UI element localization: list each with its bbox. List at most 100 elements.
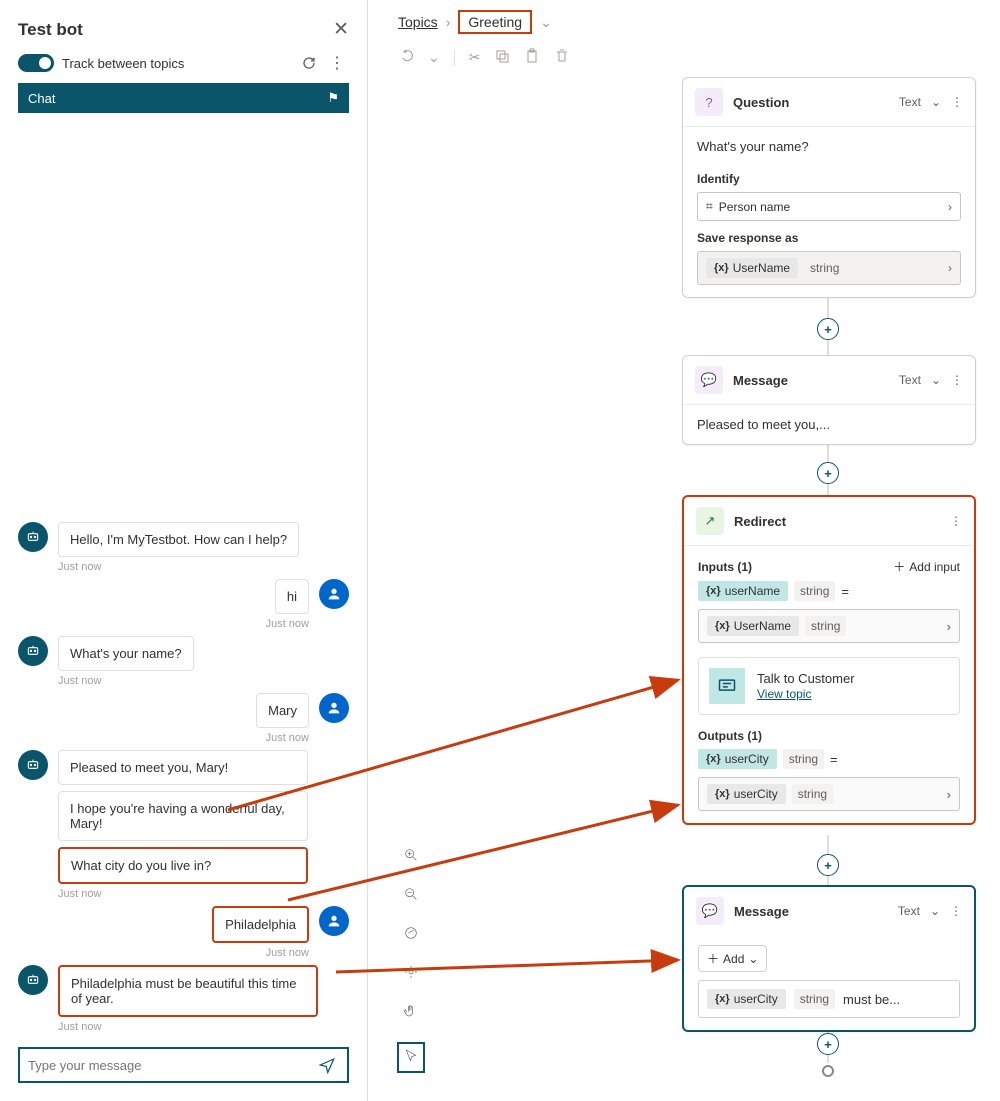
zoom-in-icon[interactable] bbox=[403, 847, 419, 866]
undo-icon[interactable] bbox=[398, 48, 414, 67]
bot-message: Pleased to meet you, Mary! bbox=[58, 750, 308, 785]
output-var: userCity bbox=[725, 752, 769, 766]
message-input[interactable] bbox=[20, 1049, 307, 1081]
outputs-label: Outputs (1) bbox=[698, 729, 960, 743]
select-icon[interactable] bbox=[397, 1042, 425, 1073]
more-icon[interactable]: ⋮ bbox=[951, 373, 963, 387]
pan-icon[interactable] bbox=[403, 1003, 419, 1022]
question-prompt: What's your name? bbox=[697, 139, 961, 166]
user-message: Mary bbox=[256, 693, 309, 728]
paste-icon[interactable] bbox=[524, 48, 540, 67]
more-icon[interactable]: ⋮ bbox=[950, 514, 962, 528]
chat-tab[interactable]: Chat ⚑ bbox=[18, 83, 349, 113]
send-button[interactable] bbox=[307, 1049, 347, 1081]
track-label: Track between topics bbox=[62, 56, 293, 71]
question-node[interactable]: ? Question Text ⌄ ⋮ What's your name? Id… bbox=[682, 77, 976, 298]
more-icon[interactable]: ⋮ bbox=[950, 904, 962, 918]
add-node-button[interactable]: + bbox=[817, 462, 839, 484]
identify-control[interactable]: ⌗ Person name › bbox=[697, 192, 961, 221]
test-bot-panel: Test bot ✕ Track between topics ⋮ Chat ⚑… bbox=[0, 0, 368, 1101]
message-input-row bbox=[18, 1047, 349, 1083]
target-name: Talk to Customer bbox=[757, 671, 855, 686]
more-icon[interactable]: ⋮ bbox=[951, 95, 963, 109]
chevron-down-icon[interactable]: ⌄ bbox=[930, 904, 940, 918]
bot-message: What's your name? bbox=[58, 636, 194, 671]
message-expression[interactable]: {x}userCity string must be... bbox=[698, 980, 960, 1018]
identify-label: Identify bbox=[697, 172, 961, 186]
timestamp: Just now bbox=[58, 1021, 349, 1033]
input-value-control[interactable]: {x}UserName string › bbox=[698, 609, 960, 643]
chevron-down-icon[interactable]: ⌄ bbox=[931, 95, 941, 109]
breadcrumb-current-highlighted[interactable]: Greeting bbox=[458, 10, 532, 34]
bot-message-highlighted: Philadelphia must be beautiful this time… bbox=[58, 965, 318, 1017]
bot-avatar bbox=[18, 522, 48, 552]
cut-icon[interactable]: ✂ bbox=[469, 49, 481, 66]
message-text: Pleased to meet you,... bbox=[697, 417, 961, 432]
view-topic-link[interactable]: View topic bbox=[757, 687, 811, 701]
save-response-control[interactable]: {x}UserName string › bbox=[697, 251, 961, 285]
chevron-down-icon[interactable]: ⌄ bbox=[540, 14, 552, 31]
input-value-type: string bbox=[805, 616, 846, 636]
add-node-button[interactable]: + bbox=[817, 854, 839, 876]
breadcrumb: Topics › Greeting ⌄ bbox=[368, 0, 1000, 42]
input-value: UserName bbox=[734, 619, 791, 633]
timestamp: Just now bbox=[18, 618, 309, 630]
message-node-selected[interactable]: 💬 Message Text ⌄ ⋮ ＋ Add ⌄ {x}userCity s… bbox=[682, 885, 976, 1032]
user-avatar bbox=[319, 906, 349, 936]
chevron-right-icon: › bbox=[446, 14, 451, 30]
chevron-right-icon: › bbox=[948, 261, 952, 275]
chat-body: Hello, I'm MyTestbot. How can I help? Ju… bbox=[18, 113, 349, 1039]
add-node-button[interactable]: + bbox=[817, 1033, 839, 1055]
chevron-down-icon[interactable]: ⌄ bbox=[931, 373, 941, 387]
inputs-label: Inputs (1) bbox=[698, 560, 752, 574]
breadcrumb-root[interactable]: Topics bbox=[398, 14, 438, 30]
var-name: UserName bbox=[733, 261, 790, 275]
bot-avatar bbox=[18, 750, 48, 780]
zoom-out-icon[interactable] bbox=[403, 886, 419, 905]
node-title: Message bbox=[734, 904, 888, 919]
close-icon[interactable]: ✕ bbox=[333, 18, 349, 41]
chevron-right-icon: › bbox=[947, 619, 951, 634]
output-value-type: string bbox=[792, 784, 833, 804]
add-input-button[interactable]: ＋ Add input bbox=[893, 558, 960, 575]
add-variation-button[interactable]: ＋ Add ⌄ bbox=[698, 945, 767, 972]
reset-icon[interactable] bbox=[301, 55, 317, 71]
copy-icon[interactable] bbox=[494, 48, 510, 67]
node-mode[interactable]: Text bbox=[898, 904, 920, 918]
flag-icon[interactable]: ⚑ bbox=[327, 90, 339, 106]
node-title: Message bbox=[733, 373, 889, 388]
delete-icon[interactable] bbox=[554, 48, 570, 67]
node-mode[interactable]: Text bbox=[899, 95, 921, 109]
track-toggle[interactable] bbox=[18, 54, 54, 72]
bot-avatar bbox=[18, 636, 48, 666]
timestamp: Just now bbox=[18, 947, 309, 959]
output-value: userCity bbox=[734, 787, 778, 801]
canvas[interactable]: ? Question Text ⌄ ⋮ What's your name? Id… bbox=[368, 77, 1000, 1097]
output-value-control[interactable]: {x}userCity string › bbox=[698, 777, 960, 811]
redirect-target[interactable]: Talk to Customer View topic bbox=[698, 657, 960, 715]
panel-title: Test bot bbox=[18, 20, 83, 40]
bot-message: Hello, I'm MyTestbot. How can I help? bbox=[58, 522, 299, 557]
entity-icon: ⌗ bbox=[706, 199, 713, 214]
user-avatar bbox=[319, 579, 349, 609]
timestamp: Just now bbox=[58, 561, 349, 573]
fit-view-icon[interactable] bbox=[403, 964, 419, 983]
toolbar: ⌄ ✂ bbox=[368, 42, 1000, 77]
more-icon[interactable]: ⋮ bbox=[325, 53, 349, 73]
input-var-type: string bbox=[794, 581, 835, 601]
bot-avatar bbox=[18, 965, 48, 995]
message-icon: 💬 bbox=[695, 366, 723, 394]
bot-message-highlighted: What city do you live in? bbox=[58, 847, 308, 884]
node-title: Question bbox=[733, 95, 889, 110]
node-mode[interactable]: Text bbox=[899, 373, 921, 387]
message-node[interactable]: 💬 Message Text ⌄ ⋮ Pleased to meet you,.… bbox=[682, 355, 976, 445]
reset-view-icon[interactable] bbox=[403, 925, 419, 944]
chevron-down-icon[interactable]: ⌄ bbox=[428, 49, 440, 66]
redirect-node-highlighted[interactable]: ↗ Redirect ⋮ Inputs (1) ＋ Add input {x}u… bbox=[682, 495, 976, 825]
timestamp: Just now bbox=[58, 888, 349, 900]
input-var: userName bbox=[725, 584, 780, 598]
node-title: Redirect bbox=[734, 514, 940, 529]
question-icon: ? bbox=[695, 88, 723, 116]
chevron-right-icon: › bbox=[948, 200, 952, 214]
add-node-button[interactable]: + bbox=[817, 318, 839, 340]
